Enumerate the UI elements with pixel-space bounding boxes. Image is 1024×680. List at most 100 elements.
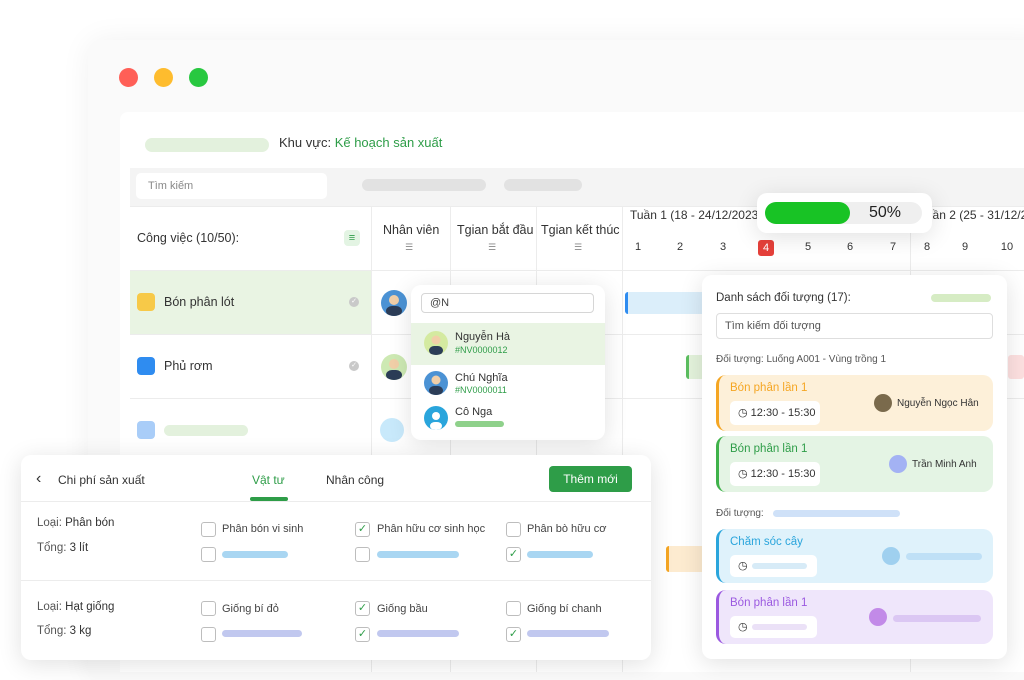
minimize-dot[interactable] [154, 68, 173, 87]
mention-input[interactable]: @N [421, 293, 594, 313]
checkbox[interactable] [201, 547, 216, 562]
time-placeholder [752, 563, 807, 569]
total-label: Tổng: 3 kg [37, 625, 92, 637]
object-group-label: Đối tượng: Luống A001 - Vùng trồng 1 [716, 354, 887, 365]
divider [21, 501, 651, 502]
user-avatar[interactable] [424, 371, 448, 395]
mention-dropdown: @N Nguyễn Hà #NV0000012 Chú Nghĩa #NV000… [411, 285, 605, 440]
time-chip: ◷ 12:30 - 15:30 [730, 462, 820, 486]
day-cell-today[interactable]: 4 [758, 240, 774, 256]
checkbox[interactable] [506, 601, 521, 616]
user-name[interactable]: Chú Nghĩa [455, 372, 508, 384]
user-name: Nguyễn Hà [455, 331, 511, 343]
close-dot[interactable] [119, 68, 138, 87]
day-cell[interactable]: 7 [885, 241, 901, 253]
day-cell[interactable]: 5 [800, 241, 816, 253]
day-cell[interactable]: 3 [715, 241, 731, 253]
task-color-swatch [137, 357, 155, 375]
checkbox-checked[interactable]: ✓ [506, 627, 521, 642]
tab-materials[interactable]: Vật tư [252, 473, 285, 487]
user-id: #NV0000011 [455, 385, 507, 395]
task-name[interactable]: Bón phân lót [164, 295, 234, 309]
object-list-title: Danh sách đối tượng (17): [716, 292, 851, 304]
back-arrow-icon[interactable]: ‹ [36, 470, 41, 488]
checkbox-checked[interactable]: ✓ [506, 547, 521, 562]
checkbox-checked[interactable]: ✓ [355, 627, 370, 642]
staff-avatar[interactable] [381, 354, 407, 380]
user-id: #NV0000012 [455, 345, 508, 355]
done-check-icon[interactable]: ✓ [349, 361, 359, 371]
item-label[interactable]: Phân hữu cơ sinh học [377, 523, 485, 535]
task-column-header: Công việc (10/50): [137, 231, 240, 245]
assignee-placeholder [893, 615, 981, 622]
day-cell[interactable]: 9 [957, 241, 973, 253]
item-label[interactable]: Phân bón vi sinh [222, 523, 303, 535]
user-avatar [889, 455, 907, 473]
item-label[interactable]: Giống bầu [377, 603, 428, 615]
sort-icon[interactable]: ☰ [574, 242, 582, 253]
divider [21, 580, 651, 581]
checkbox-checked[interactable]: ✓ [355, 522, 370, 537]
task-name[interactable]: Phủ rơm [164, 359, 213, 373]
sort-icon[interactable]: ☰ [405, 242, 413, 253]
clock-icon: ◷ [738, 621, 748, 633]
day-cell[interactable]: 2 [672, 241, 688, 253]
maximize-dot[interactable] [189, 68, 208, 87]
assignee-name: Trần Minh Anh [912, 459, 977, 470]
task-color-swatch [137, 421, 155, 439]
item-label[interactable]: Giống bí chanh [527, 603, 602, 615]
week-1-label: Tuần 1 (18 - 24/12/2023) [630, 208, 763, 222]
day-cell[interactable]: 1 [630, 241, 646, 253]
day-cell[interactable]: 6 [842, 241, 858, 253]
cost-panel: ‹ Chi phí sản xuất Vật tư Nhân công Thêm… [21, 455, 651, 660]
object-task-title: Bón phân lần 1 [730, 443, 808, 455]
user-id-placeholder [455, 421, 504, 427]
clock-icon: ◷ [738, 560, 748, 572]
progress-card: 50% [757, 193, 932, 233]
gantt-bar[interactable] [666, 546, 706, 572]
group-placeholder [773, 510, 900, 517]
item-placeholder [377, 630, 459, 637]
tab-labor[interactable]: Nhân công [326, 473, 384, 487]
toolbar-placeholder-1 [362, 179, 486, 191]
time-placeholder [752, 624, 807, 630]
checkbox[interactable] [506, 522, 521, 537]
item-placeholder [527, 630, 609, 637]
checkbox[interactable] [355, 547, 370, 562]
staff-avatar[interactable] [381, 290, 407, 316]
user-avatar [869, 608, 887, 626]
item-placeholder [527, 551, 593, 558]
total-label: Tổng: 3 lít [37, 542, 89, 554]
day-cell[interactable]: 8 [919, 241, 935, 253]
gantt-bar[interactable] [625, 292, 705, 314]
search-input[interactable]: Tìm kiếm [136, 173, 327, 199]
done-check-icon[interactable]: ✓ [349, 297, 359, 307]
user-avatar[interactable] [424, 406, 448, 430]
column-header-staff: Nhân viên [383, 223, 440, 237]
type-label: Loại: Hạt giống [37, 601, 115, 613]
checkbox[interactable] [201, 627, 216, 642]
checkbox-checked[interactable]: ✓ [355, 601, 370, 616]
item-label[interactable]: Phân bò hữu cơ [527, 523, 606, 535]
checkbox[interactable] [201, 522, 216, 537]
user-name[interactable]: Cô Nga [455, 406, 492, 418]
sort-icon[interactable]: ☰ [488, 242, 496, 253]
object-task-title: Bón phân lần 1 [730, 382, 808, 394]
object-task-title: Chăm sóc cây [730, 536, 803, 548]
day-cell[interactable]: 10 [997, 241, 1017, 253]
object-search-input[interactable]: Tìm kiếm đối tượng [716, 313, 993, 339]
cost-panel-title: Chi phí sản xuất [58, 473, 145, 487]
object-list-panel: Danh sách đối tượng (17): Tìm kiếm đối t… [702, 275, 1007, 659]
clock-icon: ◷ [738, 407, 748, 419]
staff-avatar-placeholder [380, 418, 404, 442]
logo-placeholder [145, 138, 269, 152]
toolbar-placeholder-2 [504, 179, 582, 191]
assignee-placeholder [906, 553, 982, 560]
item-label[interactable]: Giống bí đỏ [222, 603, 279, 615]
filter-icon[interactable]: ≡ [344, 230, 360, 246]
checkbox[interactable] [201, 601, 216, 616]
gantt-bar[interactable] [1008, 355, 1024, 379]
object-task-title: Bón phân lần 1 [730, 597, 808, 609]
add-new-button[interactable]: Thêm mới [549, 466, 632, 492]
item-placeholder [222, 551, 288, 558]
